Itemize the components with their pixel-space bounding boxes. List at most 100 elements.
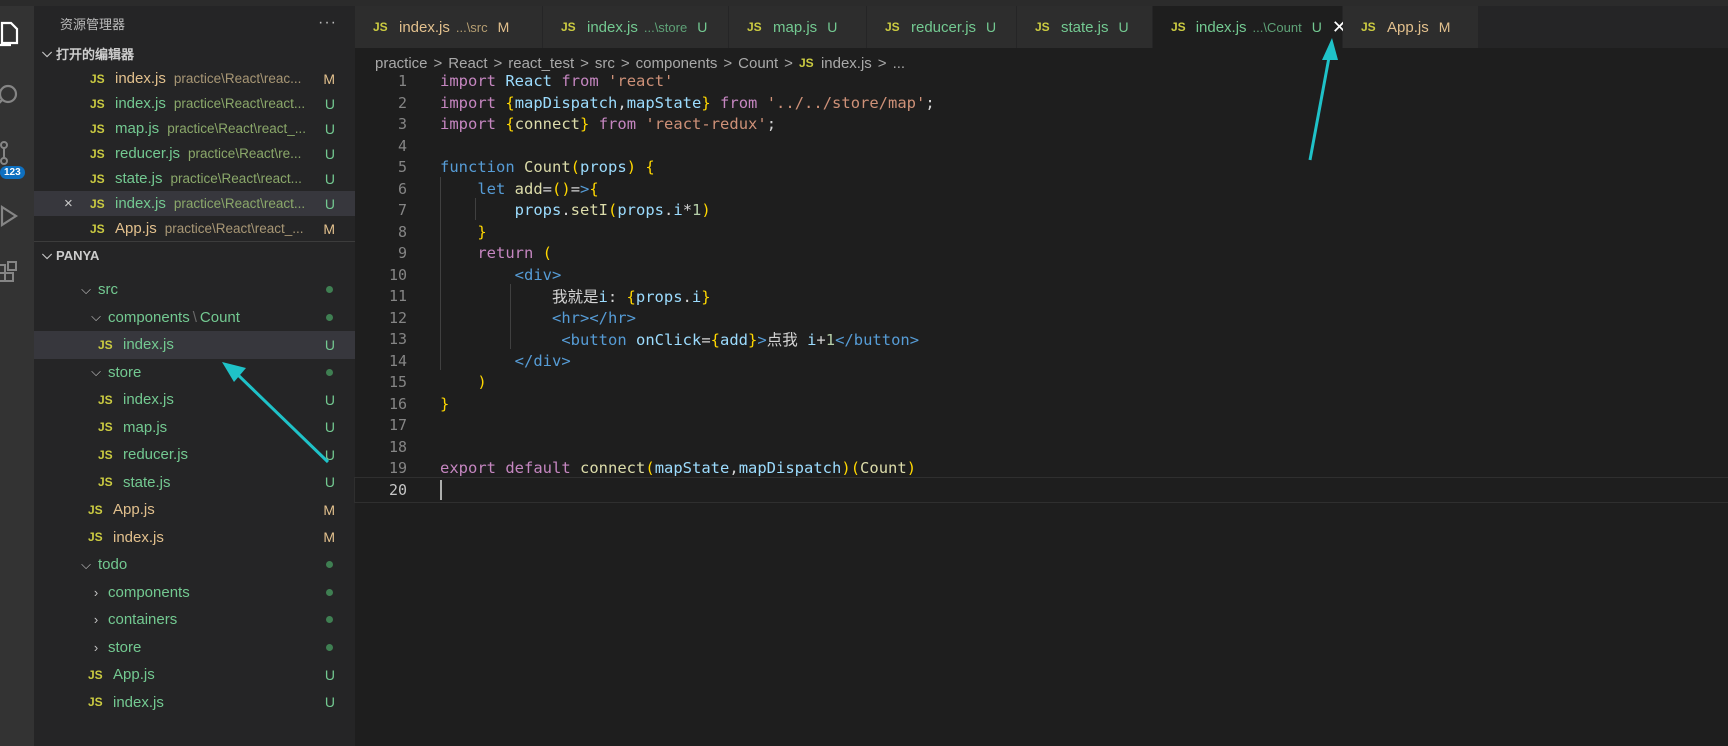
git-status-badge: M	[323, 529, 335, 546]
open-editors-section[interactable]: ⌵ 打开的编辑器	[34, 40, 355, 66]
code-token: (	[570, 158, 581, 176]
code-line[interactable]: 17	[355, 413, 1728, 437]
code-line[interactable]: 12 <hr></hr>	[355, 306, 1728, 330]
file-tree-item[interactable]: JS index.js M	[34, 524, 355, 552]
git-status-badge: U	[324, 145, 335, 162]
open-editor-item[interactable]: JS index.js practice\React\reac... M	[34, 66, 355, 91]
code-token: mapDispatch	[738, 459, 842, 477]
tree-folder-src[interactable]: ⌵ src	[34, 276, 355, 304]
code-text: }	[440, 223, 486, 241]
code-token: .	[682, 288, 692, 306]
js-file-icon: JS	[90, 146, 105, 161]
code-line[interactable]: 10 <div>	[355, 263, 1728, 287]
chevron-right-icon: ›	[93, 584, 99, 600]
code-line[interactable]: 19 export default connect(mapState,mapDis…	[355, 456, 1728, 480]
code-line[interactable]: 7 props.setI(props.i*1)	[355, 198, 1728, 222]
more-actions-icon[interactable]: ···	[318, 14, 337, 32]
code-line[interactable]: 11 我就是i: {props.i}	[355, 284, 1728, 308]
js-file-icon: JS	[90, 171, 105, 186]
code-line[interactable]: 16}	[355, 392, 1728, 416]
git-status-badge: U	[324, 336, 335, 353]
file-tree-item[interactable]: JS index.js U	[34, 689, 355, 717]
code-line[interactable]: 15 )	[355, 370, 1728, 394]
line-number: 16	[388, 394, 407, 413]
line-number: 14	[388, 351, 407, 370]
open-editor-item[interactable]: × JS index.js practice\React\react... U	[34, 191, 355, 216]
js-file-icon: JS	[373, 20, 388, 34]
open-editor-item[interactable]: JS map.js practice\React\react_... U	[34, 116, 355, 141]
code-line[interactable]: 20	[354, 476, 1728, 503]
indent-guide	[440, 176, 441, 370]
git-status-badge: U	[324, 95, 335, 112]
git-status-dot	[326, 588, 333, 596]
file-name: App.js	[113, 666, 155, 684]
tab-reducer-js[interactable]: JS reducer.js U	[867, 6, 1017, 48]
code-line[interactable]: 5 function Count(props) {	[355, 155, 1728, 179]
explorer-icon[interactable]	[0, 16, 34, 52]
js-file-icon: JS	[98, 420, 113, 435]
file-tree-item[interactable]: JS state.js U	[34, 469, 355, 497]
tab-index-js[interactable]: JS index.js ...\src M	[355, 6, 543, 48]
code-token: default	[505, 459, 571, 477]
tree-folder-todo[interactable]: ⌵ todo	[34, 551, 355, 579]
code-line[interactable]: 4	[355, 134, 1728, 158]
tab-index-js[interactable]: JS index.js ...\store U	[543, 6, 729, 48]
close-icon[interactable]: ×	[64, 195, 73, 212]
git-status-badge: U	[324, 419, 335, 436]
file-tree-item[interactable]: JS App.js U	[34, 661, 355, 689]
code-line[interactable]: 3 import {connect} from 'react-redux';	[355, 112, 1728, 136]
code-token: from	[598, 115, 637, 133]
tree-folder-store[interactable]: ⌵ store	[34, 359, 355, 387]
open-editor-item[interactable]: JS App.js practice\React\react_... M	[34, 216, 355, 241]
tab-App-js[interactable]: JS App.js M	[1343, 6, 1479, 48]
js-file-icon: JS	[90, 221, 105, 236]
open-editor-item[interactable]: JS reducer.js practice\React\re... U	[34, 141, 355, 166]
code-line[interactable]: 6 let add=()=>{	[355, 177, 1728, 201]
code-line[interactable]: 2 import {mapDispatch,mapState} from '../…	[355, 91, 1728, 115]
tree-folder-components[interactable]: ⌵ components \ Count	[34, 304, 355, 332]
code-line[interactable]: 13 <button onClick={add}>点我 i+1</button>	[355, 327, 1728, 351]
code-editor[interactable]: 1 import React from 'react' 2 import {mapDi…	[354, 72, 1728, 746]
git-status-dot	[326, 368, 333, 376]
search-icon[interactable]	[0, 78, 34, 114]
git-status-badge: U	[1311, 19, 1322, 35]
file-tree-item[interactable]: JS index.js U	[34, 331, 355, 359]
tree-folder-containers[interactable]: › containers	[34, 606, 355, 634]
code-line[interactable]: 14 </div>	[355, 349, 1728, 373]
tree-folder-components[interactable]: › components	[34, 579, 355, 607]
code-token: =	[570, 179, 581, 198]
file-tree-item[interactable]: JS map.js U	[34, 414, 355, 442]
open-editor-name: index.js	[115, 195, 166, 212]
run-debug-icon[interactable]	[0, 198, 34, 234]
file-name: index.js	[113, 693, 164, 711]
code-line[interactable]: 8 }	[355, 220, 1728, 244]
code-token: </hr>	[589, 308, 636, 327]
extensions-icon[interactable]	[0, 256, 34, 292]
open-editor-item[interactable]: JS state.js practice\React\react... U	[34, 166, 355, 191]
tree-folder-store[interactable]: › store	[34, 634, 355, 662]
code-token: ,	[617, 93, 627, 112]
code-line[interactable]: 18	[355, 435, 1728, 459]
tab-state-js[interactable]: JS state.js U	[1017, 6, 1153, 48]
file-tree-item[interactable]: JS App.js M	[34, 496, 355, 524]
code-line[interactable]: 9 return (	[355, 241, 1728, 265]
js-file-icon: JS	[88, 502, 103, 517]
tab-index-js[interactable]: JS index.js ...\Count U ✕	[1153, 6, 1347, 48]
chevron-right-icon: ›	[93, 612, 99, 628]
code-token: )	[561, 179, 571, 198]
open-editor-name: map.js	[115, 120, 160, 137]
git-status-badge: M	[323, 220, 335, 237]
file-tree-item[interactable]: JS index.js U	[34, 386, 355, 414]
file-tree: ⌵ src ⌵ components \ Count JS index.js U ⌵ store JS…	[34, 276, 355, 716]
line-number: 6	[397, 179, 407, 198]
folder-section[interactable]: ⌵ PANYA	[34, 242, 355, 268]
file-tree-item[interactable]: JS reducer.js U	[34, 441, 355, 469]
open-editor-item[interactable]: JS index.js practice\React\react... U	[34, 91, 355, 116]
code-token: mapState	[654, 459, 730, 477]
source-control-icon[interactable]	[0, 134, 34, 170]
chevron-down-icon: ⌵	[42, 247, 52, 262]
code-line[interactable]: 1 import React from 'react'	[355, 69, 1728, 93]
tab-map-js[interactable]: JS map.js U	[729, 6, 867, 48]
